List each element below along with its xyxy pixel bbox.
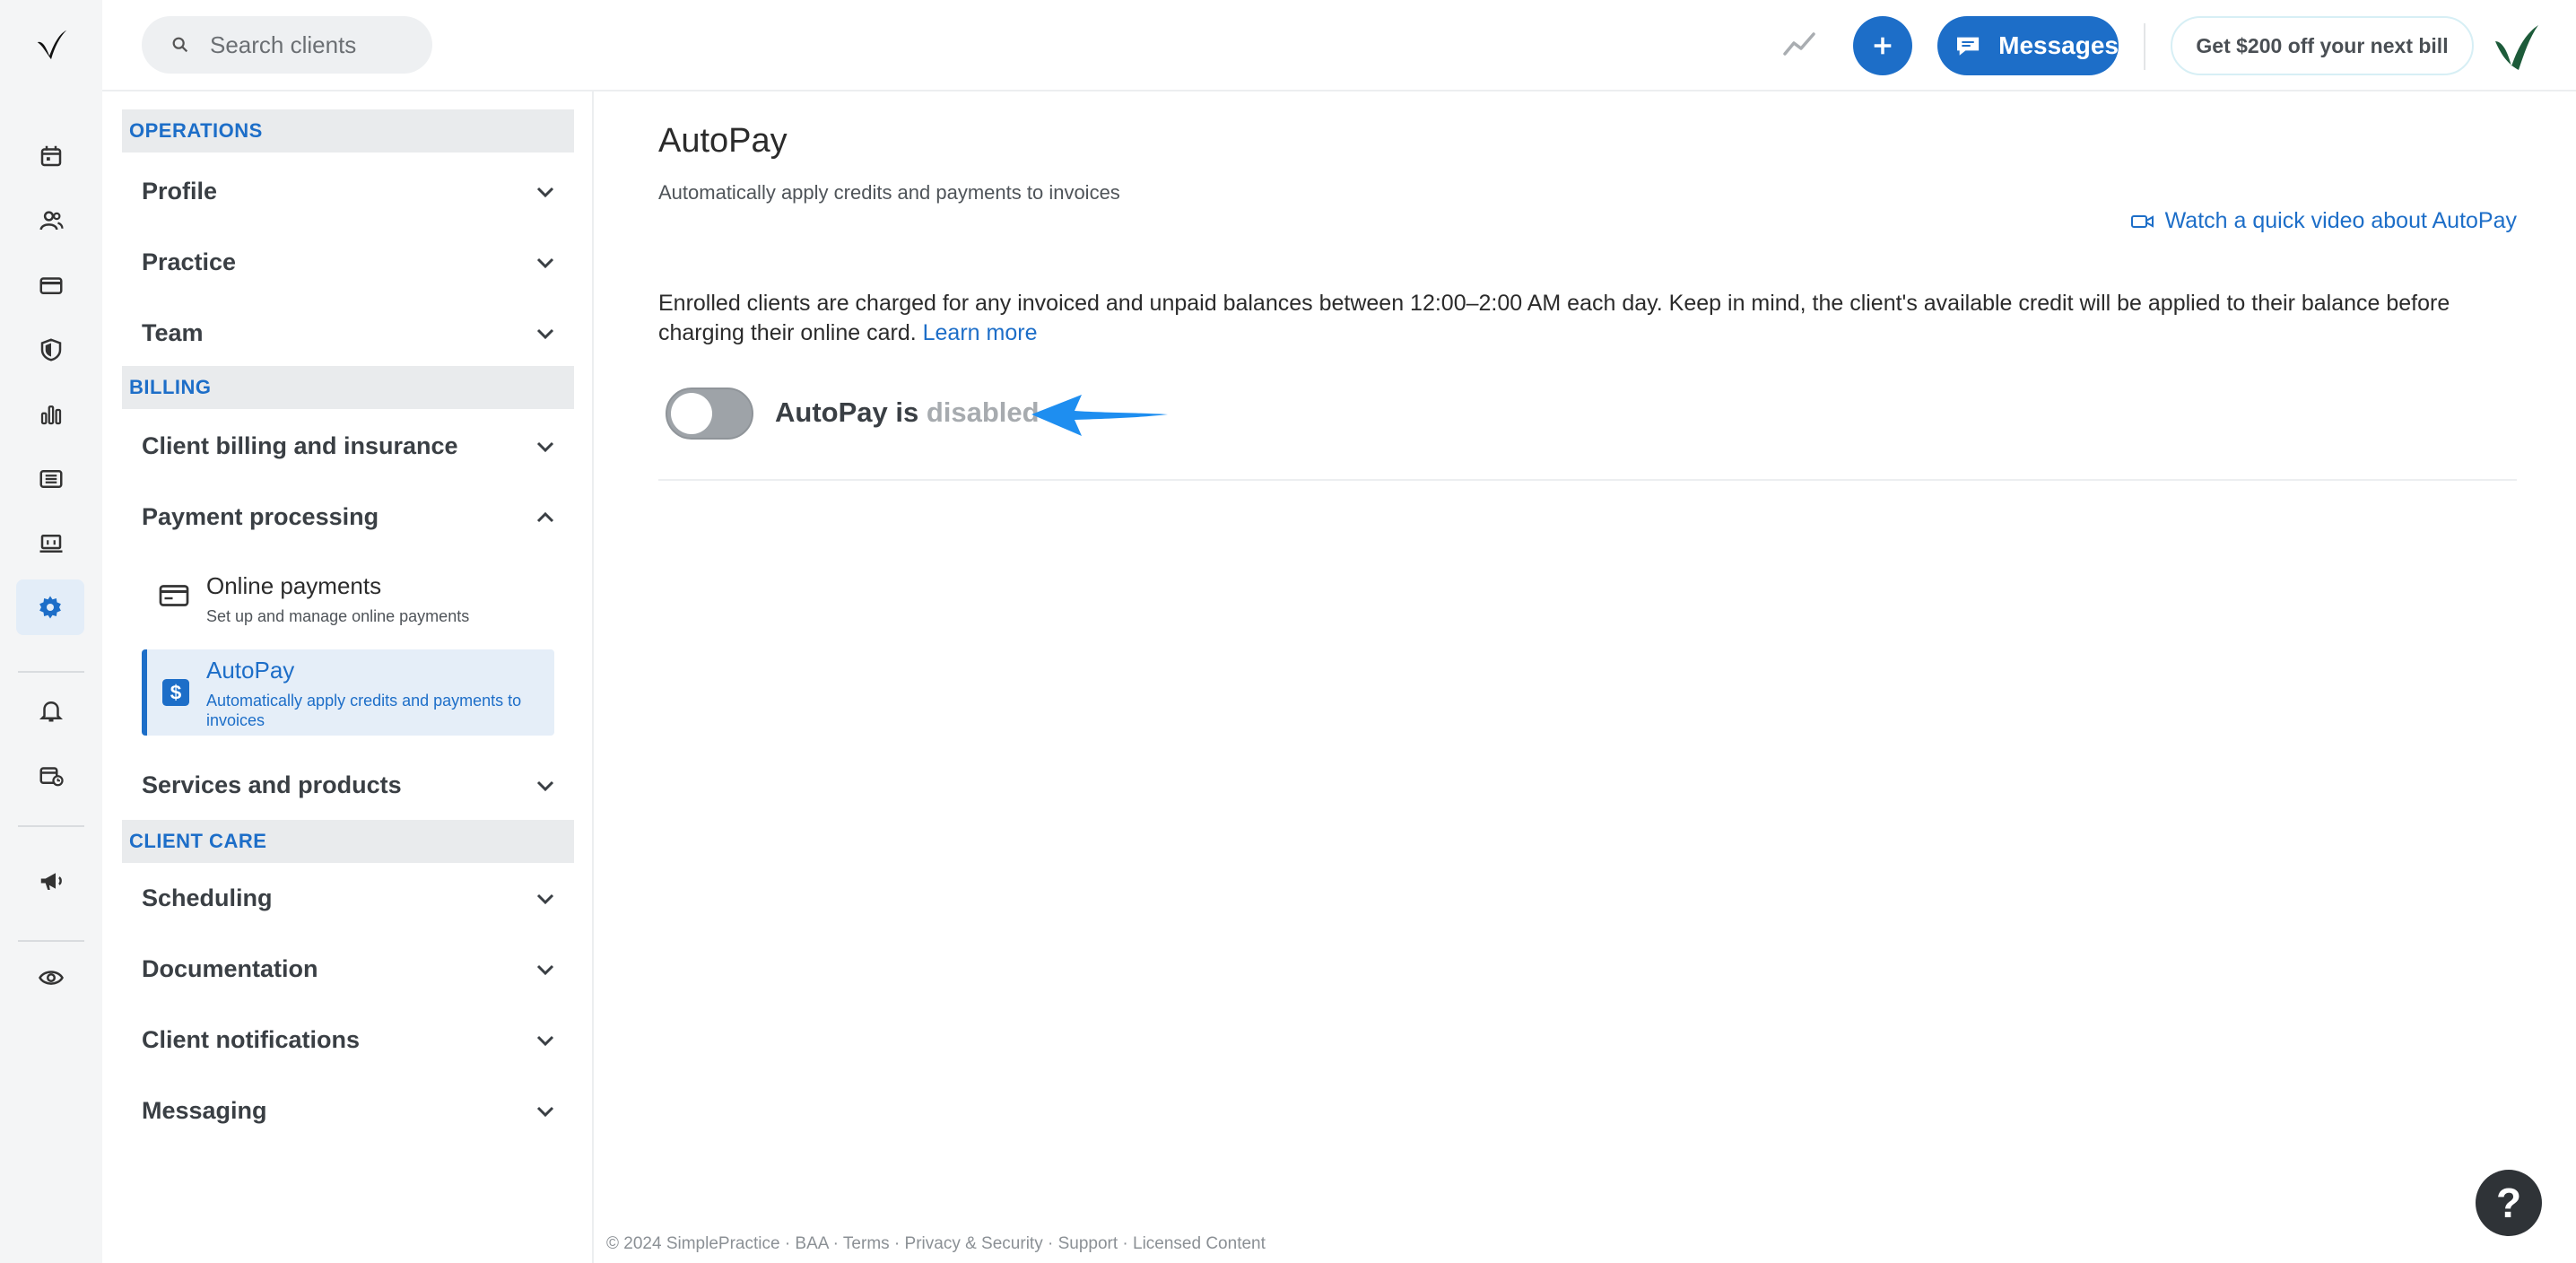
autopay-settings-panel: AutoPay Automatically apply credits and …	[596, 91, 2576, 1263]
documents-list-icon[interactable]	[31, 459, 71, 499]
nav-item-messaging[interactable]: Messaging	[122, 1079, 574, 1142]
marketplace-icon[interactable]	[31, 524, 71, 563]
settings-sidebar: OPERATIONS Profile Practice Team BILLING…	[102, 91, 594, 1263]
requests-calendar-icon[interactable]	[31, 755, 71, 795]
nav-item-label: Payment processing	[142, 502, 379, 530]
footer-links[interactable]: © 2024 SimplePractice · BAA · Terms · Pr…	[606, 1234, 1266, 1254]
nav-item-practice[interactable]: Practice	[122, 231, 574, 293]
rail-divider	[18, 825, 84, 827]
card-icon	[159, 585, 189, 606]
chevron-down-icon	[536, 257, 554, 269]
chevron-down-icon	[536, 893, 554, 905]
nav-item-scheduling[interactable]: Scheduling	[122, 867, 574, 929]
nav-item-label: Profile	[142, 177, 218, 205]
nav-item-profile[interactable]: Profile	[122, 160, 574, 222]
watch-video-label: Watch a quick video about AutoPay	[2164, 208, 2517, 233]
chevron-down-icon	[536, 1035, 554, 1047]
notifications-bell-icon[interactable]	[31, 691, 71, 730]
status-prefix: AutoPay is	[775, 396, 919, 428]
analytics-icon[interactable]	[31, 395, 71, 434]
section-divider	[658, 479, 2517, 481]
chat-bubble-icon	[1957, 37, 1980, 56]
billing-card-icon[interactable]	[31, 266, 71, 305]
nav-item-label: Client notifications	[142, 1025, 360, 1053]
chevron-down-icon	[536, 441, 554, 453]
search-icon	[172, 37, 188, 53]
chevron-down-icon	[536, 780, 554, 792]
nav-item-team[interactable]: Team	[122, 301, 574, 364]
trend-chart-icon[interactable]	[1780, 25, 1819, 65]
calendar-icon[interactable]	[31, 136, 71, 176]
top-bar: Messages Get $200 off your next bill	[102, 0, 2576, 91]
app-icon-rail	[0, 0, 102, 1263]
topbar-divider	[2144, 23, 2145, 70]
create-new-button[interactable]	[1853, 16, 1912, 75]
chevron-down-icon	[536, 187, 554, 198]
nav-item-label: Scheduling	[142, 884, 273, 911]
nav-item-label: Messaging	[142, 1096, 267, 1124]
nav-item-label: Services and products	[142, 771, 402, 798]
rail-divider	[18, 671, 84, 673]
search-input[interactable]	[210, 30, 416, 59]
nav-item-label: Team	[142, 318, 204, 346]
chevron-up-icon	[536, 511, 554, 523]
section-heading-billing: BILLING	[122, 366, 574, 409]
nav-item-documentation[interactable]: Documentation	[122, 937, 574, 1000]
page-title: AutoPay	[658, 122, 788, 160]
nav-item-label: Practice	[142, 248, 237, 275]
svg-text:$: $	[170, 682, 182, 704]
insurance-shield-icon[interactable]	[31, 330, 71, 370]
sub-item-title: Online payments	[206, 572, 382, 599]
clients-icon[interactable]	[31, 201, 71, 240]
nav-item-label: Client billing and insurance	[142, 431, 458, 459]
sub-item-autopay[interactable]: $ AutoPay Automatically apply credits an…	[142, 649, 554, 736]
chevron-down-icon	[536, 328, 554, 340]
autopay-status-label: AutoPay is disabled	[775, 396, 1040, 429]
question-mark-icon: ?	[2495, 1180, 2522, 1226]
autopay-description: Enrolled clients are charged for any inv…	[658, 289, 2524, 348]
nav-item-label: Documentation	[142, 954, 318, 982]
messages-button[interactable]: Messages	[1937, 16, 2119, 75]
video-camera-icon	[2130, 214, 2154, 228]
toggle-knob	[671, 393, 712, 434]
section-heading-operations: OPERATIONS	[122, 109, 574, 152]
nav-item-client-billing[interactable]: Client billing and insurance	[122, 414, 574, 477]
chevron-down-icon	[536, 964, 554, 976]
simplepractice-logo-icon[interactable]	[34, 27, 68, 61]
pointer-arrow-icon	[1031, 395, 1168, 436]
search-box[interactable]	[142, 16, 432, 74]
sub-item-title: AutoPay	[206, 657, 295, 684]
status-value: disabled	[926, 396, 1040, 428]
settings-gear-icon[interactable]	[16, 579, 84, 635]
announcements-megaphone-icon[interactable]	[31, 861, 71, 901]
autopay-toggle[interactable]	[666, 388, 753, 440]
nav-item-client-notifications[interactable]: Client notifications	[122, 1008, 574, 1071]
user-avatar-icon[interactable]	[2488, 18, 2542, 72]
chevron-down-icon	[536, 1106, 554, 1118]
messages-label: Messages	[1998, 31, 2119, 59]
sub-item-online-payments[interactable]: Online payments Set up and manage online…	[142, 560, 554, 637]
sub-item-description: Set up and manage online payments	[206, 607, 470, 625]
rail-divider	[18, 940, 84, 942]
preview-eye-icon[interactable]	[31, 958, 71, 997]
referral-promo-button[interactable]: Get $200 off your next bill	[2171, 16, 2474, 75]
nav-item-services-products[interactable]: Services and products	[122, 753, 574, 816]
dollar-icon: $	[162, 679, 189, 706]
sub-item-description: Automatically apply credits and payments…	[206, 692, 522, 729]
watch-video-link[interactable]: Watch a quick video about AutoPay	[2130, 208, 2517, 234]
learn-more-link[interactable]: Learn more	[923, 320, 1038, 345]
nav-item-payment-processing[interactable]: Payment processing	[122, 485, 574, 548]
help-button[interactable]: ?	[2476, 1170, 2542, 1236]
plus-icon	[1874, 37, 1892, 55]
page-subtitle: Automatically apply credits and payments…	[658, 181, 1120, 204]
section-heading-client-care: CLIENT CARE	[122, 820, 574, 863]
